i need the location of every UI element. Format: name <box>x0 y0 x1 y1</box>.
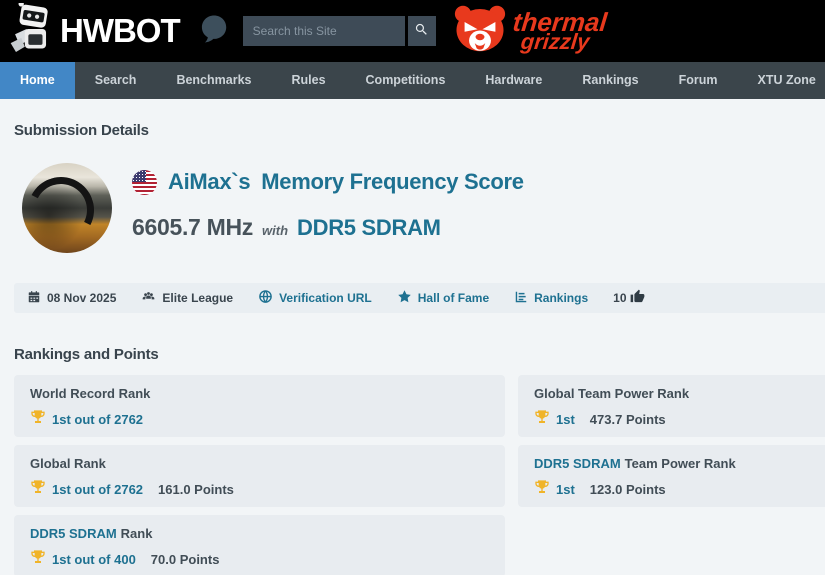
trophy-icon <box>30 409 52 430</box>
points-value: 161.0 Points <box>158 482 234 497</box>
hardware-link[interactable]: DDR5 SDRAM <box>297 215 441 241</box>
trophy-icon <box>30 479 52 500</box>
submission-photo-thumbnail[interactable] <box>22 163 112 253</box>
globe-icon <box>258 289 279 307</box>
card-title-text: Global Rank <box>30 456 106 471</box>
rank-link[interactable]: 1st out of 2762 <box>52 482 143 497</box>
card-global-team-power-rank: Global Team Power Rank 1st 473.7 Points <box>518 375 825 437</box>
benchmark-name: Memory Frequency Score <box>261 169 524 194</box>
rankings-chart-icon <box>514 290 534 307</box>
score-row: 6605.7 MHz with DDR5 SDRAM <box>132 214 524 241</box>
hwbot-robot-icon <box>8 0 54 60</box>
patreon-icon[interactable] <box>200 14 227 49</box>
rank-link[interactable]: 1st out of 400 <box>52 552 136 567</box>
top-header: HWBOT Search this Site thermal grizzly <box>0 0 825 62</box>
submission-summary: AiMax`s Memory Frequency Score 6605.7 MHz… <box>14 163 825 253</box>
nav-item-benchmarks[interactable]: Benchmarks <box>156 62 271 99</box>
submission-title: AiMax`s Memory Frequency Score <box>168 169 524 195</box>
thermal-grizzly-wordmark: thermal grizzly <box>511 6 609 54</box>
points-value: 70.0 Points <box>150 552 220 567</box>
rankings-and-points-heading: Rankings and Points <box>14 346 159 363</box>
card-title-link[interactable]: DDR5 SDRAM <box>30 526 117 541</box>
league-text: Elite League <box>162 291 234 305</box>
nav-item-xtu-zone[interactable]: XTU Zone <box>738 62 825 99</box>
nav-item-hardware[interactable]: Hardware <box>465 62 562 99</box>
search-input[interactable] <box>242 16 405 46</box>
trophy-icon <box>30 549 52 570</box>
nav-item-competitions[interactable]: Competitions <box>346 62 466 99</box>
card-title-text: World Record Rank <box>30 386 151 401</box>
points-value: 473.7 Points <box>589 412 666 427</box>
submission-meta-bar: 08 Nov 2025 Elite League Verification UR… <box>14 283 825 313</box>
with-label: with <box>262 223 289 238</box>
nav-item-search[interactable]: Search <box>75 62 157 99</box>
us-flag-icon <box>132 169 157 195</box>
card-ddr5-team-power-rank: DDR5 SDRAM Team Power Rank 1st 123.0 Point… <box>518 445 825 507</box>
rank-link[interactable]: 1st out of 2762 <box>52 412 143 427</box>
rankings-grid: World Record Rank 1st out of 2762 Global… <box>14 375 825 575</box>
submission-date-text: 08 Nov 2025 <box>47 291 117 305</box>
league-label: Elite League <box>141 290 233 307</box>
rank-link[interactable]: 1st <box>556 412 575 427</box>
verification-url-link[interactable]: Verification URL <box>258 289 372 307</box>
rankings-link-text: Rankings <box>534 291 589 305</box>
nav-item-rules[interactable]: Rules <box>271 62 345 99</box>
card-title-link[interactable]: DDR5 SDRAM <box>534 456 621 471</box>
grizzly-bear-icon <box>454 5 506 57</box>
search-icon <box>414 22 429 40</box>
submission-details-heading: Submission Details <box>14 122 149 139</box>
nav-item-home[interactable]: Home <box>0 62 75 99</box>
card-ddr5-rank: DDR5 SDRAM Rank 1st out of 400 70.0 Points <box>14 515 505 575</box>
card-title-text: Global Team Power Rank <box>534 386 690 401</box>
username-link[interactable]: AiMax`s <box>168 169 251 194</box>
nav-item-forum[interactable]: Forum <box>659 62 738 99</box>
trophy-icon <box>534 479 556 500</box>
card-title-text: Team Power Rank <box>624 456 736 471</box>
nav-item-rankings[interactable]: Rankings <box>562 62 658 99</box>
search-button[interactable] <box>407 16 436 46</box>
rank-link[interactable]: 1st <box>556 482 575 497</box>
hwbot-brand-text: HWBOT <box>60 12 181 49</box>
likes-counter[interactable]: 10 <box>613 289 644 307</box>
likes-count-text: 10 <box>613 291 627 305</box>
verification-url-text: Verification URL <box>279 291 372 305</box>
card-world-record-rank: World Record Rank 1st out of 2762 <box>14 375 505 437</box>
star-icon <box>397 289 418 307</box>
hall-of-fame-text: Hall of Fame <box>417 291 490 305</box>
thermal-grizzly-logo[interactable]: thermal grizzly <box>454 5 609 57</box>
submission-date: 08 Nov 2025 <box>27 290 116 307</box>
site-search <box>242 16 436 46</box>
card-global-rank: Global Rank 1st out of 2762 161.0 Points <box>14 445 505 507</box>
page-content: Submission Details AiMax`s Memory Frequen… <box>14 122 825 575</box>
league-users-icon <box>141 290 162 307</box>
submission-title-row: AiMax`s Memory Frequency Score <box>132 169 524 195</box>
card-title-text: Rank <box>120 526 153 541</box>
thumbs-up-icon <box>627 289 645 307</box>
submission-main: AiMax`s Memory Frequency Score 6605.7 MHz… <box>132 163 524 253</box>
main-nav: Home Search Benchmarks Rules Competition… <box>0 62 825 99</box>
trophy-icon <box>534 409 556 430</box>
hwbot-logo[interactable]: HWBOT <box>8 0 181 60</box>
calendar-icon <box>27 290 47 307</box>
points-value: 123.0 Points <box>589 482 666 497</box>
hall-of-fame-link[interactable]: Hall of Fame <box>397 289 489 307</box>
score-value: 6605.7 MHz <box>132 214 254 240</box>
rankings-link[interactable]: Rankings <box>514 290 588 307</box>
